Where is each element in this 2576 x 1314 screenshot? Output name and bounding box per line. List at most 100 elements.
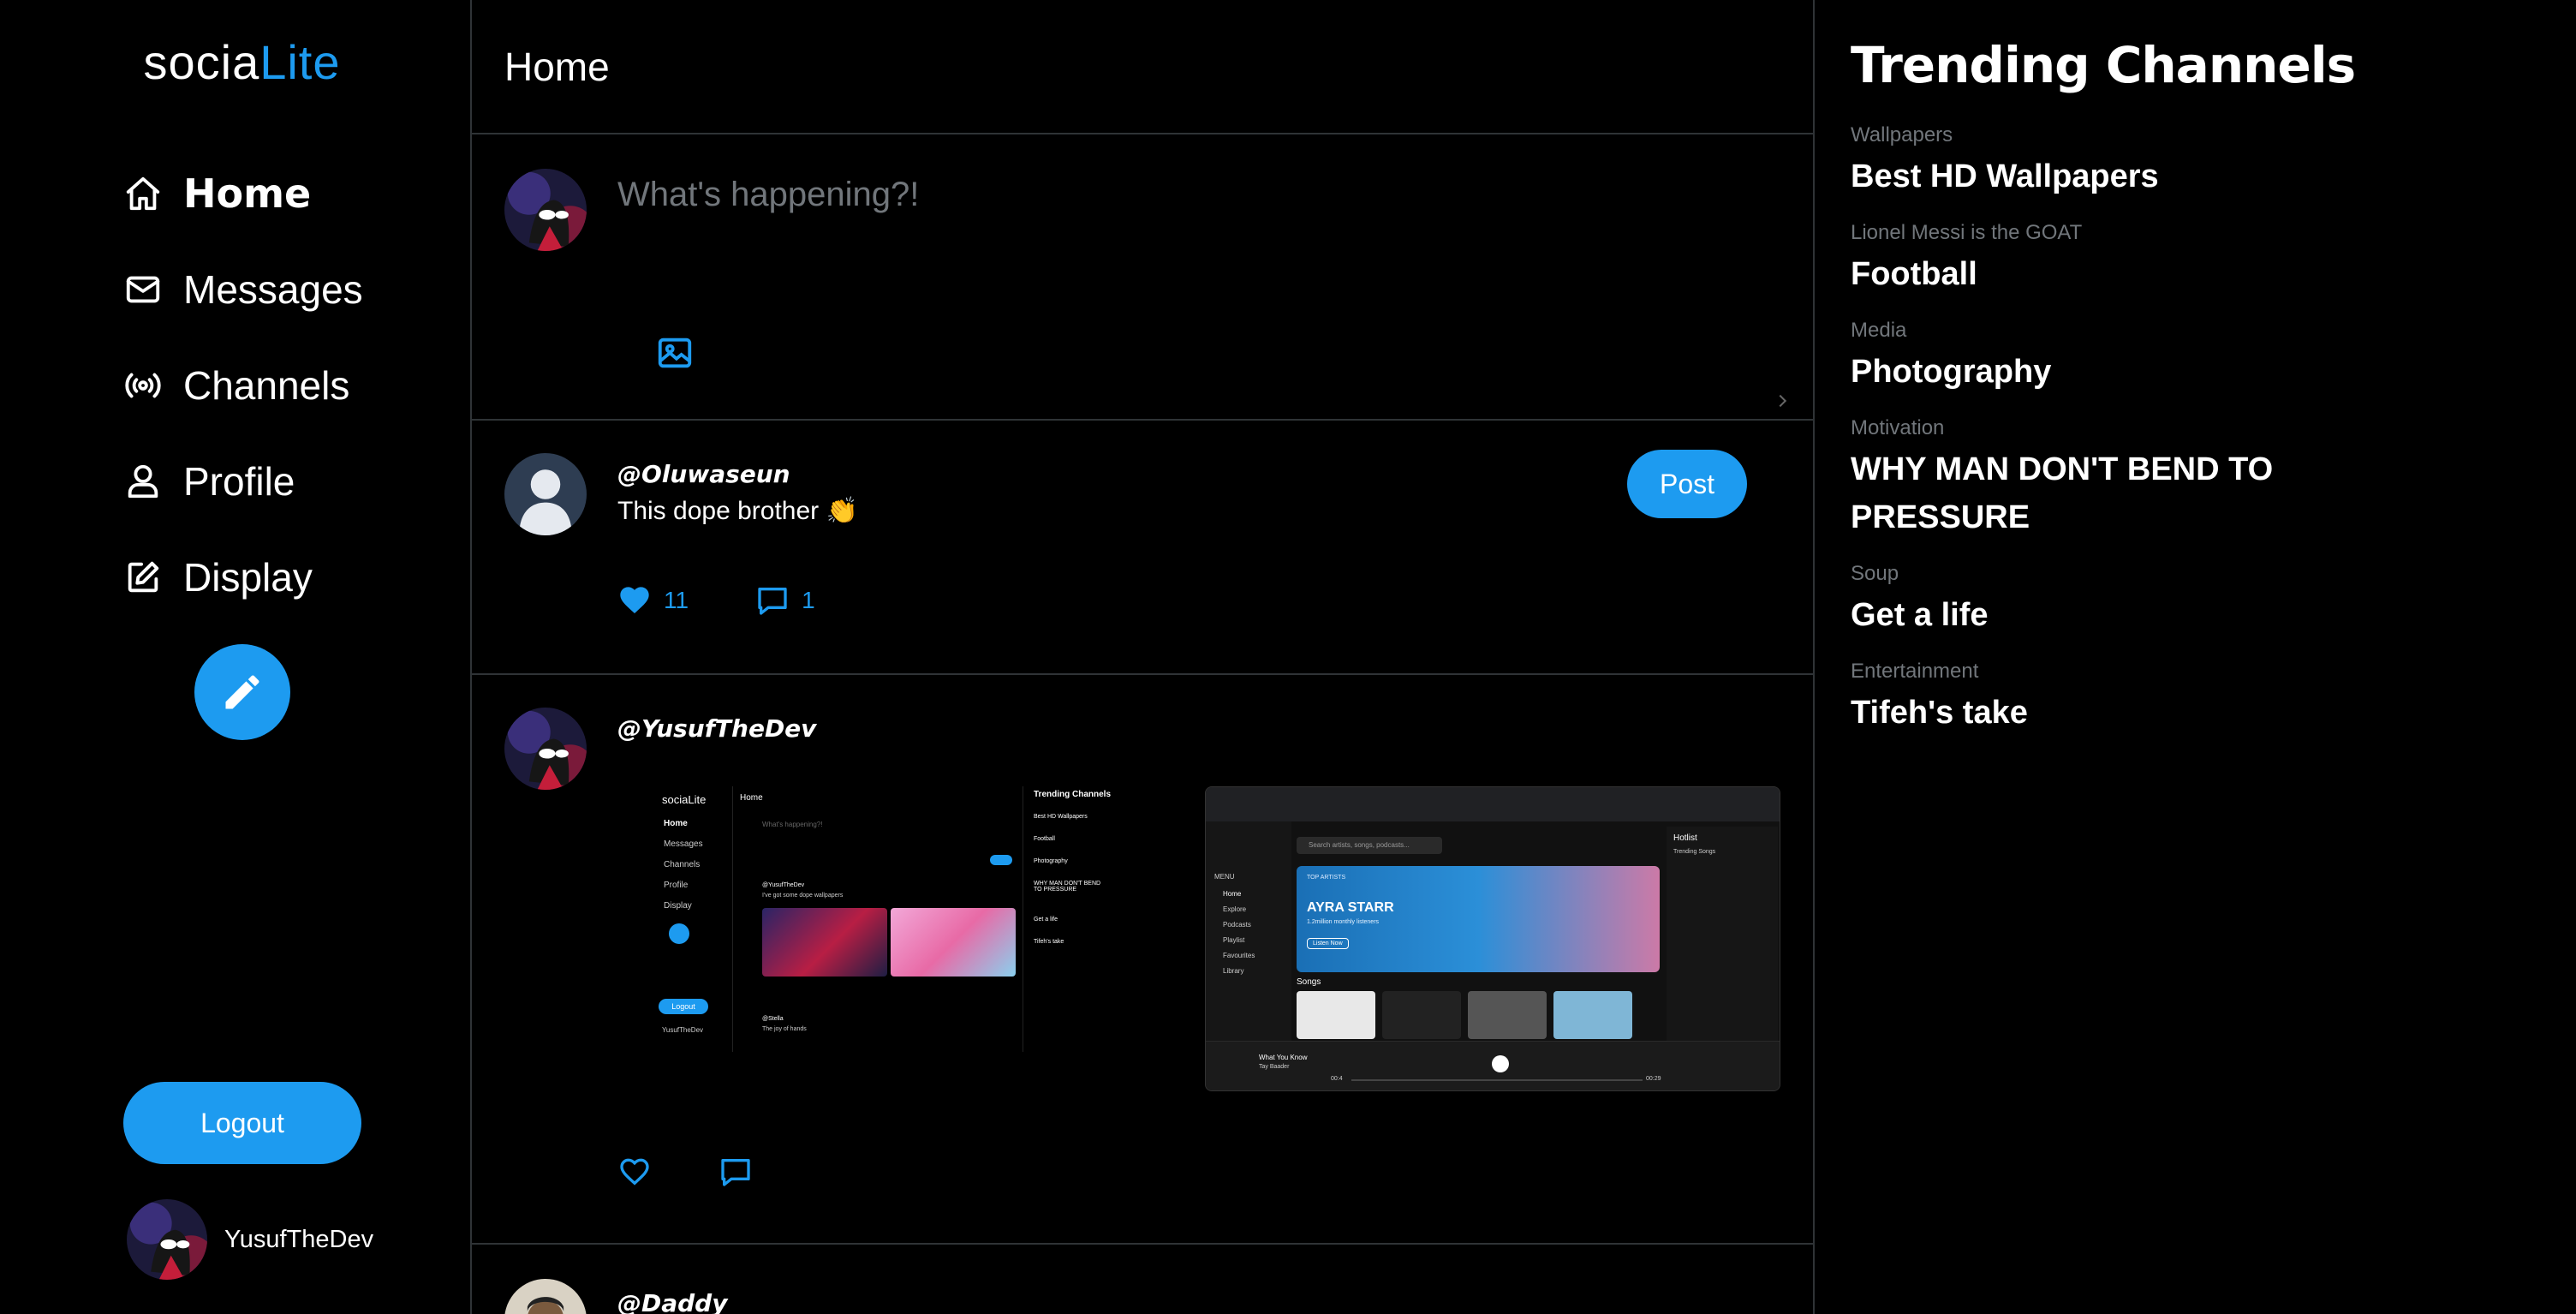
like-button[interactable]: 11 — [617, 583, 689, 618]
song-cover — [1468, 991, 1547, 1039]
thumb-placeholder: What's happening?! — [762, 821, 823, 828]
thumb-logo: sociaLite — [662, 793, 707, 806]
thumb-menu-podcasts: Podcasts — [1223, 921, 1251, 929]
like-button[interactable] — [617, 1155, 664, 1189]
post-author[interactable]: @Oluwaseun — [617, 460, 790, 488]
post-composer: Post — [472, 134, 1813, 518]
trend-category: Wallpapers — [1851, 123, 1953, 146]
current-user[interactable]: YusufTheDev — [127, 1199, 373, 1280]
thumb-compose — [669, 923, 689, 944]
post-author[interactable]: @Daddy — [617, 1289, 727, 1314]
post-item[interactable]: @Daddy — [472, 1245, 1813, 1314]
nav-label-home: Home — [183, 170, 312, 217]
primary-nav: Home Messages Channels Profile Display — [123, 163, 363, 642]
nav-item-messages[interactable]: Messages — [123, 259, 363, 320]
heart-filled-icon — [620, 587, 649, 613]
trend-item[interactable]: Motivation WHY MAN DON'T BEND TO PRESSUR… — [1851, 416, 2576, 541]
logout-button[interactable]: Logout — [123, 1082, 361, 1164]
thumb-hotlist-title: Hotlist — [1673, 833, 1697, 843]
current-user-name: YusufTheDev — [224, 1225, 374, 1253]
trend-category: Motivation — [1851, 416, 1945, 439]
thumb-title: Home — [740, 793, 763, 803]
trend-name: Tifeh's take — [1851, 695, 2028, 731]
thumb-main: Home What's happening?! @YusufTheDev I'v… — [732, 786, 1023, 1052]
main-feed: Home Post @Oluwaseun This dope brother 👏 — [472, 0, 1815, 1314]
thumb-trend-2: Football — [1034, 836, 1055, 842]
mail-icon — [126, 276, 160, 303]
nav-item-profile[interactable]: Profile — [123, 451, 363, 512]
pencil-icon — [225, 675, 259, 709]
trend-item[interactable]: Entertainment Tifeh's take — [1851, 660, 2576, 737]
post-item[interactable]: @Oluwaseun This dope brother 👏 11 1 — [472, 421, 1813, 675]
trend-item[interactable]: Wallpapers Best HD Wallpapers — [1851, 123, 2576, 200]
image-icon — [658, 337, 692, 368]
post-text: This dope brother 👏 — [617, 497, 858, 525]
broadcast-icon — [125, 373, 161, 398]
post-actions: 11 1 — [617, 583, 882, 618]
thumb-post-btn — [990, 855, 1012, 865]
avatar — [127, 1199, 207, 1280]
avatar — [504, 708, 587, 790]
home-icon — [126, 176, 160, 211]
post-item[interactable]: @YusufTheDev sociaLite Home Messages Cha… — [472, 675, 1813, 1245]
thumb-reply-handle: @Stella — [762, 1016, 784, 1022]
thumb-player: What You Know Tay Baader 00:4 00:29 — [1206, 1041, 1780, 1090]
post-image[interactable]: MENU Home Explore Podcasts Playlist Favo… — [1205, 786, 1780, 1091]
post-author[interactable]: @YusufTheDev — [617, 714, 816, 743]
thumb-trend-1: Best HD Wallpapers — [1034, 814, 1088, 820]
app-root: sociaLite Home Messages Channels Profile — [0, 0, 2576, 1314]
nav-label-profile: Profile — [183, 459, 295, 504]
thumb-now-playing: What You Know — [1259, 1054, 1308, 1061]
compose-button[interactable] — [194, 644, 290, 740]
song-cover — [1297, 991, 1375, 1039]
thumb-trend-6: Tifeh's take — [1034, 939, 1064, 945]
thumb-menu-library: Library — [1223, 967, 1244, 975]
thumb-menu-favourites: Favourites — [1223, 952, 1255, 959]
comment-button[interactable] — [719, 1155, 765, 1189]
edit-square-icon — [128, 561, 159, 593]
thumb-listeners: 1.2million monthly listeners — [1307, 919, 1380, 925]
thumb-nav-home: Home — [664, 819, 688, 828]
thumb-menu-playlist: Playlist — [1223, 936, 1245, 944]
thumb-menu-home: Home — [1223, 890, 1242, 898]
thumb-nav-profile: Profile — [664, 881, 689, 890]
comment-icon — [721, 1159, 750, 1186]
comment-button[interactable]: 1 — [755, 583, 815, 618]
thumb-browser-bar — [1206, 787, 1780, 821]
post-input[interactable] — [617, 176, 1782, 407]
logo-main: socia — [143, 35, 260, 89]
thumb-artist: AYRA STARR — [1307, 900, 1394, 915]
thumb-nav-display: Display — [664, 901, 692, 911]
nav-item-display[interactable]: Display — [123, 547, 363, 608]
add-image-button[interactable] — [655, 333, 695, 373]
thumb-image-spiderman — [762, 908, 887, 977]
thumb-menu-explore: Explore — [1223, 905, 1247, 913]
logo-accent: Lite — [259, 35, 341, 89]
nav-item-home[interactable]: Home — [123, 163, 363, 224]
main-header: Home — [472, 0, 1813, 134]
thumb-music-sidebar: MENU Home Explore Podcasts Playlist Favo… — [1206, 821, 1291, 1044]
trend-category: Soup — [1851, 562, 1899, 585]
app-logo[interactable]: sociaLite — [0, 34, 484, 90]
thumb-menu-label: MENU — [1214, 873, 1235, 881]
thumb-right: Trending Channels Best HD Wallpapers Foo… — [1030, 786, 1112, 1052]
thumb-progress — [1351, 1079, 1643, 1081]
nav-label-display: Display — [183, 555, 313, 600]
post-image[interactable]: sociaLite Home Messages Channels Profile… — [643, 786, 1112, 1052]
comment-count: 1 — [802, 587, 815, 613]
trend-item[interactable]: Soup Get a life — [1851, 562, 2576, 639]
thumb-play-button — [1492, 1055, 1509, 1072]
trend-item[interactable]: Media Photography — [1851, 319, 2576, 396]
trend-category: Lionel Messi is the GOAT — [1851, 221, 2083, 244]
thumb-time-start: 00:4 — [1331, 1076, 1343, 1082]
thumb-nav-channels: Channels — [664, 860, 701, 869]
heart-icon — [620, 1158, 649, 1186]
trend-item[interactable]: Lionel Messi is the GOAT Football — [1851, 221, 2576, 298]
nav-label-channels: Channels — [183, 363, 350, 408]
trending-sidebar: Trending Channels Wallpapers Best HD Wal… — [1815, 0, 2576, 1314]
thumb-hotlist: Hotlist Trending Songs — [1667, 827, 1778, 1041]
nav-item-channels[interactable]: Channels — [123, 355, 363, 416]
thumb-trending-songs: Trending Songs — [1673, 849, 1716, 855]
thumb-sidebar: sociaLite Home Messages Channels Profile… — [643, 786, 730, 1052]
thumb-user: YusufTheDev — [662, 1026, 704, 1034]
